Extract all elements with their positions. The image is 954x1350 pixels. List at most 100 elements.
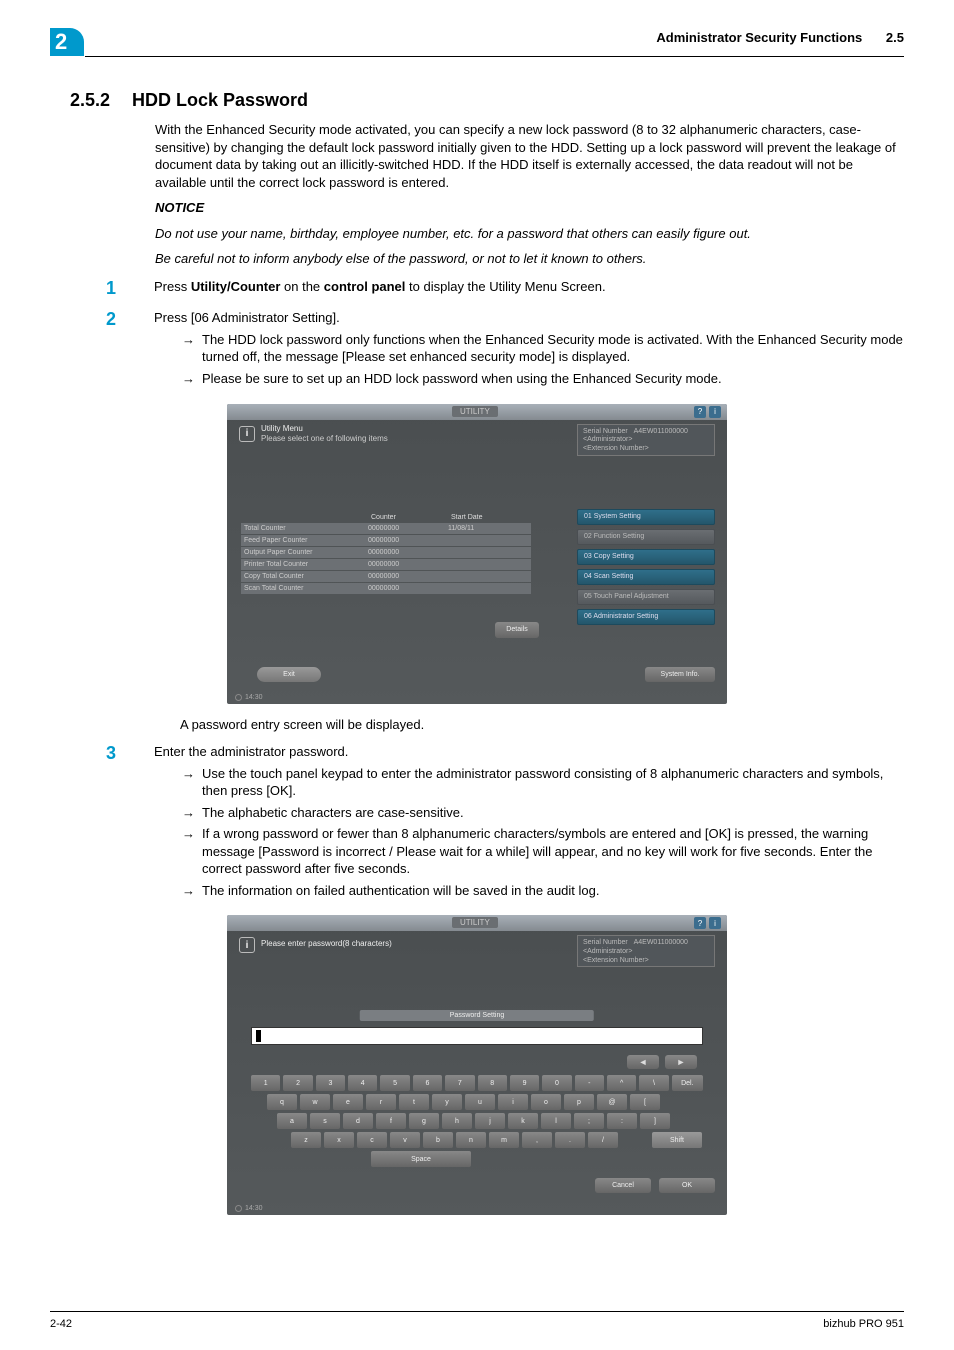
utility-menu-subtitle: Please select one of following items [261, 434, 388, 443]
menu-item-touch-panel-adjustment[interactable]: 05 Touch Panel Adjustment [577, 589, 715, 605]
key[interactable]: @ [597, 1094, 627, 1110]
menu-item-system-setting[interactable]: 01 System Setting [577, 509, 715, 525]
key[interactable]: 4 [348, 1075, 377, 1091]
screenshot-utility-menu: UTILITY ?i i Utility Menu Please select … [227, 404, 727, 704]
key[interactable]: k [508, 1113, 538, 1129]
menu-item-administrator-setting[interactable]: 06 Administrator Setting [577, 609, 715, 625]
system-info-button[interactable]: System Info. [645, 667, 715, 682]
exit-button[interactable]: Exit [257, 667, 321, 682]
header-section-number: 2.5 [886, 30, 904, 45]
key[interactable]: s [310, 1113, 340, 1129]
key[interactable]: ^ [607, 1075, 636, 1091]
info-top-icon[interactable]: i [709, 917, 721, 929]
cursor-right-button[interactable]: ► [665, 1055, 697, 1069]
arrow-icon: → [182, 370, 202, 388]
clock: 14:30 [235, 1205, 263, 1212]
key[interactable]: u [465, 1094, 495, 1110]
help-icon[interactable]: ? [694, 917, 706, 929]
key[interactable]: c [357, 1132, 387, 1148]
menu-item-function-setting[interactable]: 02 Function Setting [577, 529, 715, 545]
window-title: UTILITY [452, 406, 498, 417]
key[interactable]: w [300, 1094, 330, 1110]
key[interactable]: d [343, 1113, 373, 1129]
key[interactable]: a [277, 1113, 307, 1129]
arrow-icon: → [182, 825, 202, 878]
window-title: UTILITY [452, 917, 498, 928]
help-icon[interactable]: ? [694, 406, 706, 418]
key[interactable]: n [456, 1132, 486, 1148]
table-row: Printer Total Counter00000000 [241, 559, 531, 570]
key[interactable]: b [423, 1132, 453, 1148]
chapter-badge: 2 [50, 28, 84, 56]
password-prompt: Please enter password(8 characters) [261, 939, 392, 948]
key[interactable]: j [475, 1113, 505, 1129]
key[interactable]: m [489, 1132, 519, 1148]
serial-block: Serial Number A4EW011000000 <Administrat… [577, 424, 715, 456]
onscreen-keyboard: 1 2 3 4 5 6 7 8 9 0 - ^ \ Del. q [251, 1075, 703, 1170]
key[interactable]: ; [574, 1113, 604, 1129]
key[interactable]: l [541, 1113, 571, 1129]
key[interactable]: [ [630, 1094, 660, 1110]
key[interactable]: q [267, 1094, 297, 1110]
step-2-note-1: The HDD lock password only functions whe… [202, 331, 904, 366]
info-top-icon[interactable]: i [709, 406, 721, 418]
key[interactable]: 3 [316, 1075, 345, 1091]
key[interactable]: 2 [283, 1075, 312, 1091]
key-space[interactable]: Space [371, 1151, 471, 1167]
key[interactable]: ] [640, 1113, 670, 1129]
notice-line-2: Be careful not to inform anybody else of… [155, 250, 904, 268]
key[interactable]: y [432, 1094, 462, 1110]
key[interactable]: 0 [542, 1075, 571, 1091]
ok-button[interactable]: OK [659, 1178, 715, 1193]
key[interactable]: / [588, 1132, 618, 1148]
header-rule [85, 56, 904, 57]
header-breadcrumb: Administrator Security Functions 2.5 [656, 30, 904, 45]
arrow-icon: → [182, 765, 202, 800]
key[interactable]: h [442, 1113, 472, 1129]
key[interactable]: 6 [413, 1075, 442, 1091]
menu-item-scan-setting[interactable]: 04 Scan Setting [577, 569, 715, 585]
key[interactable]: t [399, 1094, 429, 1110]
step-3-note-4: The information on failed authentication… [202, 882, 904, 900]
key[interactable]: \ [639, 1075, 668, 1091]
step-1-text: Press Utility/Counter on the control pan… [154, 278, 904, 296]
cursor-left-button[interactable]: ◄ [627, 1055, 659, 1069]
details-button[interactable]: Details [495, 622, 539, 638]
page-footer: 2-42 bizhub PRO 951 [50, 1311, 904, 1330]
key[interactable]: 8 [478, 1075, 507, 1091]
utility-side-menu: 01 System Setting 02 Function Setting 03… [577, 509, 715, 629]
key[interactable]: r [366, 1094, 396, 1110]
key[interactable]: x [324, 1132, 354, 1148]
key[interactable]: z [291, 1132, 321, 1148]
key[interactable]: o [531, 1094, 561, 1110]
key[interactable]: p [564, 1094, 594, 1110]
step-3-note-1: Use the touch panel keypad to enter the … [202, 765, 904, 800]
key[interactable]: g [409, 1113, 439, 1129]
info-icon: i [239, 937, 255, 953]
key[interactable]: 9 [510, 1075, 539, 1091]
menu-item-copy-setting[interactable]: 03 Copy Setting [577, 549, 715, 565]
key[interactable]: : [607, 1113, 637, 1129]
key[interactable]: f [376, 1113, 406, 1129]
serial-block: Serial Number A4EW011000000 <Administrat… [577, 935, 715, 967]
table-row: Copy Total Counter00000000 [241, 571, 531, 582]
arrow-icon: → [182, 882, 202, 900]
table-row: Feed Paper Counter00000000 [241, 535, 531, 546]
cancel-button[interactable]: Cancel [595, 1178, 651, 1193]
key[interactable]: e [333, 1094, 363, 1110]
key[interactable]: 1 [251, 1075, 280, 1091]
key-delete[interactable]: Del. [672, 1075, 703, 1091]
key[interactable]: 7 [445, 1075, 474, 1091]
key[interactable]: 5 [380, 1075, 409, 1091]
key[interactable]: - [575, 1075, 604, 1091]
footer-page-number: 2-42 [50, 1318, 72, 1330]
key[interactable]: , [522, 1132, 552, 1148]
key[interactable]: . [555, 1132, 585, 1148]
key-shift[interactable]: Shift [652, 1132, 702, 1148]
counter-table: CounterStart Date Total Counter000000001… [241, 514, 531, 595]
key[interactable]: i [498, 1094, 528, 1110]
clock-icon [235, 1205, 242, 1212]
password-input[interactable] [251, 1027, 703, 1045]
step-2-after-text: A password entry screen will be displaye… [180, 716, 904, 734]
key[interactable]: v [390, 1132, 420, 1148]
